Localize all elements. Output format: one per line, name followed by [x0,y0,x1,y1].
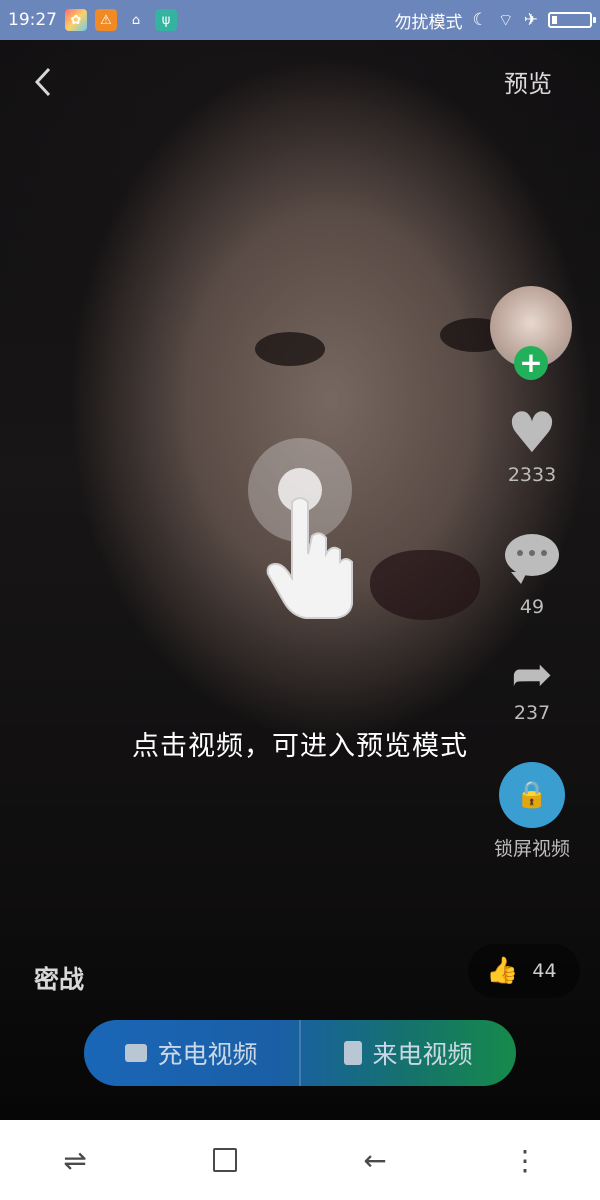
video-title: 密战 [34,965,85,994]
lock-icon: 🔒 [499,762,565,828]
status-right: 勿扰模式 ☾ ⌔ ✈ [394,8,596,33]
app-notification-icon: ✿ [65,9,87,31]
moon-icon: ☾ [472,10,488,30]
like-count: 2333 [507,464,557,486]
chevron-left-icon [34,67,51,97]
comment-action[interactable]: 49 [492,534,572,618]
heart-icon: ♥ [506,401,558,466]
wifi-icon: ⌔ [497,10,514,31]
status-time: 19:27 [8,10,57,30]
call-video-label: 来电视频 [372,1040,473,1069]
back-nav-button[interactable]: ← [345,1130,405,1190]
lock-screen-video-action[interactable]: 🔒 锁屏视频 [486,762,578,861]
follow-button[interactable]: + [514,346,548,380]
warning-icon: ⚠ [95,9,117,31]
charge-video-label: 充电视频 [157,1040,258,1069]
thumbs-up-icon: 👍 [486,956,519,986]
dnd-label: 勿扰模式 [394,12,463,33]
share-action[interactable]: ➦ 237 [492,646,572,724]
hand-pointer-icon [266,497,353,619]
menu-icon: ⋮ [511,1143,539,1177]
charge-video-button[interactable]: 充电视频 [84,1020,299,1086]
like-action[interactable]: ♥ 2333 [492,401,572,487]
status-bar: 19:27 ✿ ⚠ ⌂ ψ 勿扰模式 ☾ ⌔ ✈ [0,0,600,40]
call-video-button[interactable]: 来电视频 [299,1020,516,1086]
menu-button[interactable]: ⋮ [495,1130,555,1190]
airplane-icon: ✈ [523,10,538,30]
battery-charge-icon [125,1044,148,1062]
thumb-like-count: 44 [532,960,557,982]
share-count: 237 [513,702,551,724]
thumb-like-button[interactable]: 👍 44 [468,944,580,998]
square-icon [213,1148,237,1172]
switch-icon: ⇌ [63,1143,87,1177]
preview-button[interactable]: 预览 [504,64,552,99]
guide-text: 点击视频，可进入预览模式 [132,731,468,762]
back-button[interactable] [28,62,58,102]
home-button[interactable] [195,1130,255,1190]
lock-label: 锁屏视频 [493,838,570,860]
share-icon: ➦ [511,645,553,703]
status-left: 19:27 ✿ ⚠ ⌂ ψ [8,9,177,31]
comment-icon [505,534,559,584]
usb-icon: ψ [155,9,177,31]
comment-count: 49 [519,596,545,618]
clean-icon: ⌂ [131,12,141,28]
battery-icon [548,12,596,28]
system-nav-bar: ⇌ ← ⋮ [0,1120,600,1200]
phone-icon [344,1041,363,1065]
switch-apps-button[interactable]: ⇌ [45,1130,105,1190]
set-video-buttons: 充电视频 来电视频 [84,1020,516,1086]
back-arrow-icon: ← [363,1143,387,1177]
